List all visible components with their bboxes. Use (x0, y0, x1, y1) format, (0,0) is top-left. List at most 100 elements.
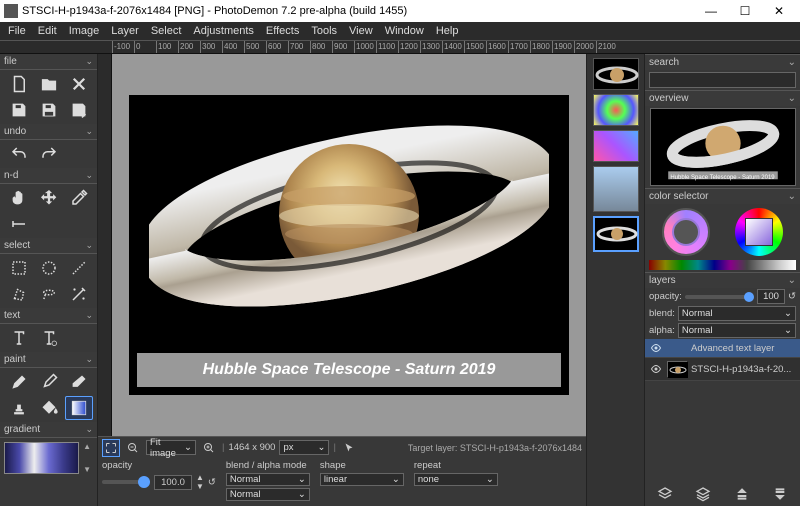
visibility-icon[interactable] (649, 342, 663, 354)
opacity-step-up[interactable]: ▲▼ (196, 473, 204, 491)
eyedropper-tool[interactable] (65, 186, 93, 210)
eraser-tool[interactable] (65, 370, 93, 394)
opacity-field[interactable]: 100.0 (154, 475, 192, 490)
menu-effects[interactable]: Effects (260, 22, 305, 40)
text-tool[interactable] (5, 326, 33, 350)
rect-select-tool[interactable] (5, 256, 33, 280)
statusbar: Fit image⌄ | 1464 x 900 px⌄ | Target lay… (98, 436, 586, 458)
layer-opacity-field[interactable] (757, 289, 785, 304)
poly-select-tool[interactable] (5, 282, 33, 306)
chevron-icon[interactable]: ⌄ (85, 354, 93, 365)
menu-window[interactable]: Window (379, 22, 430, 40)
color-ring[interactable] (662, 208, 710, 256)
chevron-icon[interactable]: ⌄ (788, 275, 796, 286)
doc-thumb[interactable] (593, 94, 639, 126)
minimize-button[interactable]: — (694, 0, 728, 22)
clone-tool[interactable] (5, 396, 33, 420)
layer-item[interactable]: Advanced text layer (645, 339, 800, 358)
section-file: file (4, 56, 17, 67)
zoom-out-button[interactable] (124, 439, 142, 457)
opacity-reset-icon[interactable]: ↺ (208, 477, 216, 488)
add-layer-button[interactable] (657, 486, 673, 502)
chevron-icon[interactable]: ⌄ (85, 56, 93, 67)
repeat-select[interactable]: none⌄ (414, 473, 498, 486)
fill-tool[interactable] (35, 396, 63, 420)
canvas-stage[interactable]: Hubble Space Telescope - Saturn 2019 (112, 54, 586, 436)
unit-select[interactable]: px⌄ (279, 440, 329, 455)
undo-button[interactable] (5, 142, 33, 166)
gradient-stepper[interactable]: ▲▼ (83, 442, 93, 474)
zoom-in-button[interactable] (200, 439, 218, 457)
open-file-button[interactable] (35, 72, 63, 96)
reset-icon[interactable]: ↺ (788, 291, 796, 302)
chevron-icon[interactable]: ⌄ (85, 424, 93, 435)
chevron-icon[interactable]: ⌄ (788, 93, 796, 104)
redo-button[interactable] (35, 142, 63, 166)
new-file-button[interactable] (5, 72, 33, 96)
overview-thumbnail[interactable]: Hubble Space Telescope - Saturn 2019 (650, 108, 796, 186)
section-select: select (4, 240, 30, 251)
chevron-icon[interactable]: ⌄ (85, 240, 93, 251)
hand-tool[interactable] (5, 186, 33, 210)
pencil-tool[interactable] (5, 370, 33, 394)
gradient-tool[interactable] (65, 396, 93, 420)
layer-item[interactable]: STSCI-H-p1943a-f-20... (645, 358, 800, 381)
chevron-icon[interactable]: ⌄ (85, 170, 93, 181)
wand-tool[interactable] (65, 282, 93, 306)
layer-list: Advanced text layer STSCI-H-p1943a-f-20.… (645, 339, 800, 381)
canvas-caption[interactable]: Hubble Space Telescope - Saturn 2019 (137, 353, 561, 387)
layer-alpha-select[interactable]: Normal⌄ (678, 323, 796, 338)
menu-tools[interactable]: Tools (305, 22, 343, 40)
layer-blend-select[interactable]: Normal⌄ (678, 306, 796, 321)
duplicate-layer-button[interactable] (695, 486, 711, 502)
doc-thumb[interactable] (593, 130, 639, 162)
line-select-tool[interactable] (65, 256, 93, 280)
text-advanced-tool[interactable] (35, 326, 63, 350)
layer-up-button[interactable] (734, 486, 750, 502)
section-gradient: gradient (4, 424, 40, 435)
ellipse-select-tool[interactable] (35, 256, 63, 280)
measure-tool[interactable] (5, 212, 33, 236)
menu-select[interactable]: Select (145, 22, 188, 40)
blend-select[interactable]: Normal⌄ (226, 473, 310, 486)
move-tool[interactable] (35, 186, 63, 210)
section-nd: n-d (4, 170, 18, 181)
chevron-icon[interactable]: ⌄ (85, 126, 93, 137)
save-button[interactable] (5, 98, 33, 122)
gradient-preview[interactable] (4, 442, 79, 474)
menu-image[interactable]: Image (63, 22, 106, 40)
close-button[interactable]: ✕ (762, 0, 796, 22)
chevron-icon[interactable]: ⌄ (788, 191, 796, 202)
menu-help[interactable]: Help (430, 22, 465, 40)
zoom-select[interactable]: Fit image⌄ (146, 440, 196, 455)
section-paint: paint (4, 354, 26, 365)
doc-thumb-active[interactable] (593, 216, 639, 252)
search-input[interactable] (649, 72, 796, 88)
section-undo: undo (4, 126, 26, 137)
save-as-button[interactable] (65, 98, 93, 122)
menu-edit[interactable]: Edit (32, 22, 63, 40)
layer-down-button[interactable] (772, 486, 788, 502)
menu-adjustments[interactable]: Adjustments (187, 22, 260, 40)
menu-view[interactable]: View (343, 22, 379, 40)
artboard[interactable]: Hubble Space Telescope - Saturn 2019 (129, 95, 569, 395)
lasso-tool[interactable] (35, 282, 63, 306)
color-swatches[interactable] (649, 260, 796, 270)
doc-thumb[interactable] (593, 58, 639, 90)
menu-file[interactable]: File (2, 22, 32, 40)
chevron-icon[interactable]: ⌄ (85, 310, 93, 321)
alpha-select[interactable]: Normal⌄ (226, 488, 310, 501)
menu-layer[interactable]: Layer (105, 22, 145, 40)
close-file-button[interactable] (65, 72, 93, 96)
shape-select[interactable]: linear⌄ (320, 473, 404, 486)
save-copy-button[interactable] (35, 98, 63, 122)
doc-thumb[interactable] (593, 166, 639, 212)
brush-tool[interactable] (35, 370, 63, 394)
fit-button[interactable] (102, 439, 120, 457)
chevron-icon[interactable]: ⌄ (788, 57, 796, 68)
color-wheel[interactable] (735, 208, 783, 256)
opacity-slider[interactable] (102, 480, 150, 484)
visibility-icon[interactable] (649, 363, 663, 375)
layer-opacity-slider[interactable] (685, 295, 754, 299)
maximize-button[interactable]: ☐ (728, 0, 762, 22)
